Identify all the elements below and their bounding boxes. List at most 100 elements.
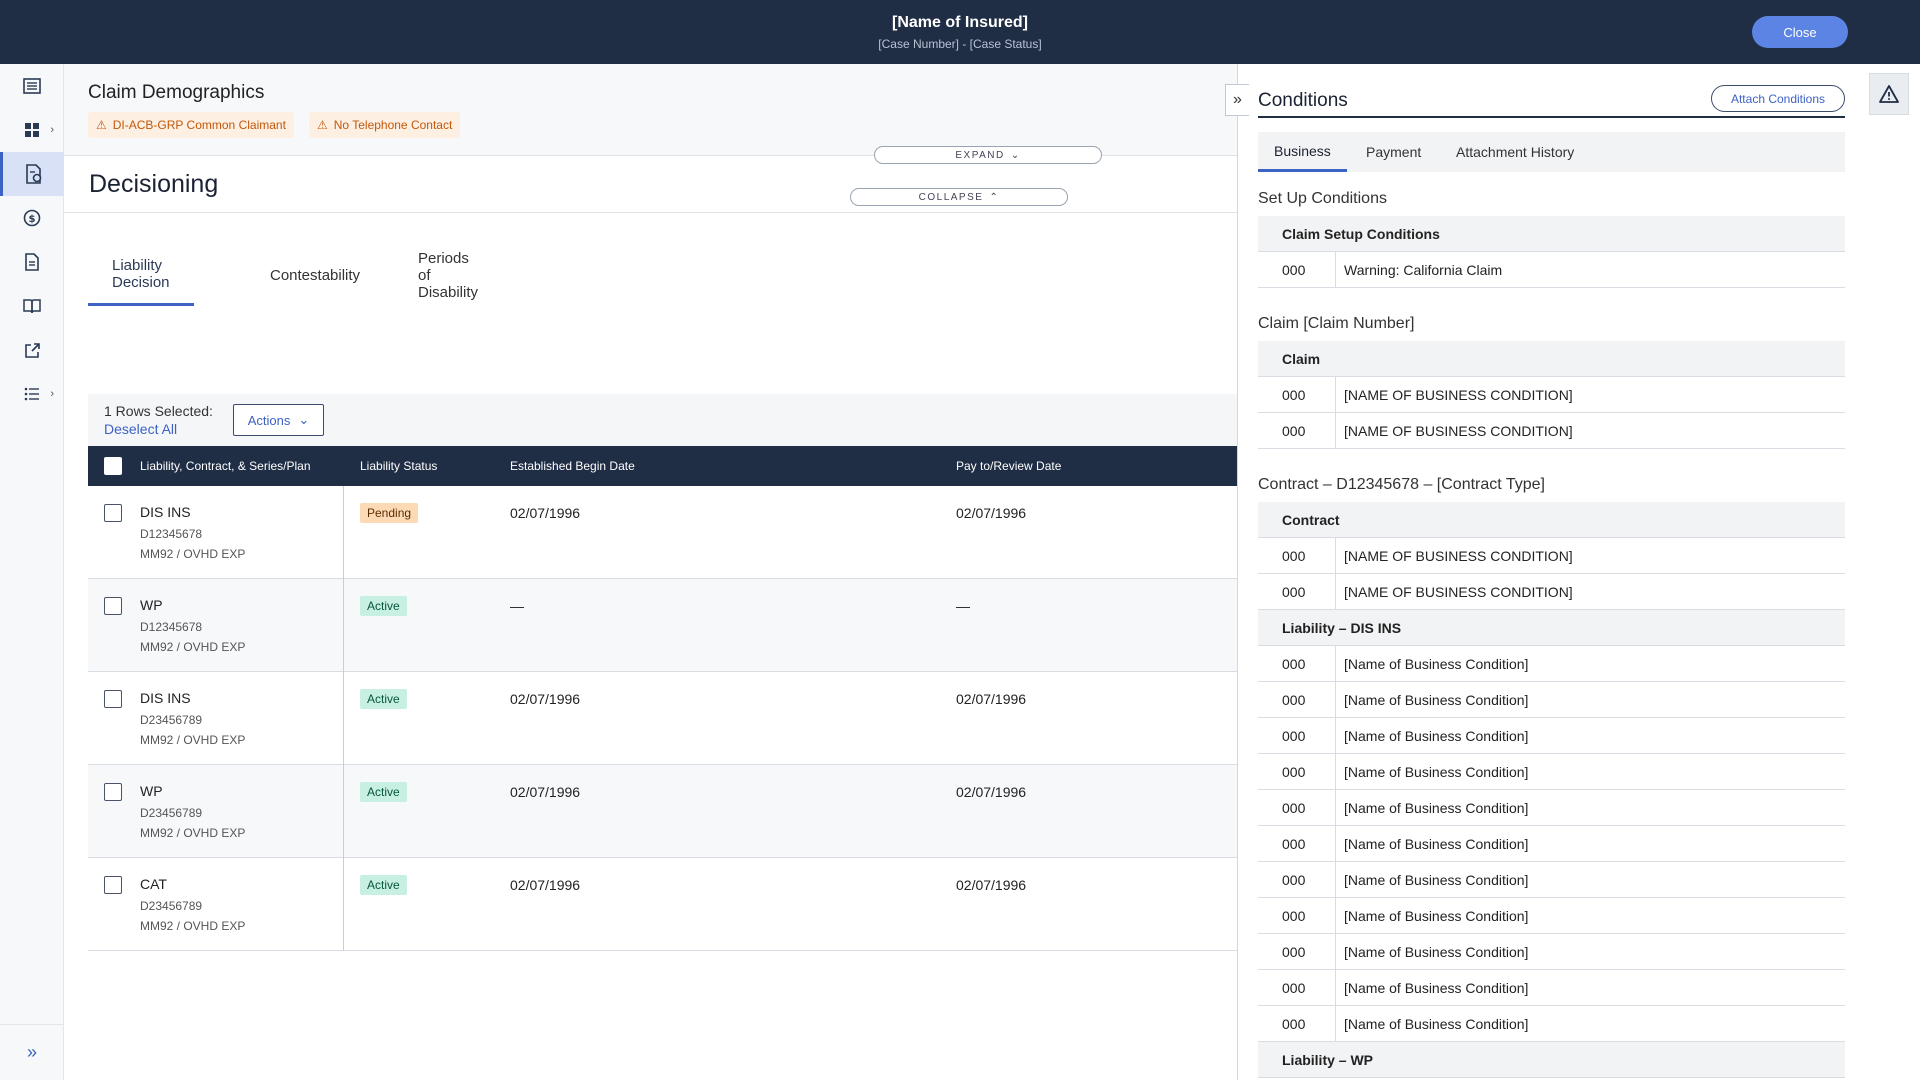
top-header: [Name of Insured] [Case Number] - [Case … (0, 0, 1920, 64)
tab-contestability[interactable]: Contestability (246, 244, 384, 306)
document-icon[interactable] (0, 240, 64, 284)
group-header: Liability – WP (1258, 1042, 1845, 1078)
demographics-title: Claim Demographics (88, 82, 265, 103)
condition-name: [NAME OF BUSINESS CONDITION] (1344, 548, 1573, 564)
condition-row[interactable]: 000 [NAME OF BUSINESS CONDITION] (1258, 413, 1845, 449)
condition-name: [NAME OF BUSINESS CONDITION] (1344, 387, 1573, 403)
condition-name: [Name of Business Condition] (1344, 764, 1529, 780)
condition-code: 000 (1282, 692, 1306, 708)
column-divider (343, 486, 344, 579)
condition-row[interactable]: 000 Warning: California Claim (1258, 252, 1845, 288)
row-checkbox[interactable] (104, 597, 122, 615)
column-header[interactable]: Liability Status (360, 459, 437, 473)
bullets-icon[interactable]: › (0, 372, 64, 416)
external-link-icon[interactable] (0, 328, 64, 372)
condition-name: [NAME OF BUSINESS CONDITION] (1344, 423, 1573, 439)
tab-attachment-history[interactable]: Attachment History (1440, 132, 1590, 172)
grid-icon[interactable]: › (0, 108, 64, 152)
series-plan: MM92 / OVHD EXP (140, 733, 246, 747)
condition-row[interactable]: 000 [Name of Business Condition] (1258, 646, 1845, 682)
table-row[interactable]: WP D12345678 MM92 / OVHD EXP Active — — (88, 579, 1238, 672)
row-checkbox[interactable] (104, 690, 122, 708)
condition-row[interactable]: 000 [Name of Business Condition] (1258, 898, 1845, 934)
close-button[interactable]: Close (1752, 16, 1848, 48)
section-heading: Set Up Conditions (1258, 190, 1387, 207)
left-nav: › $ › » (0, 64, 64, 1080)
column-divider (1335, 646, 1336, 682)
condition-code: 000 (1282, 872, 1306, 888)
rows-selected-label: 1 Rows Selected: (104, 403, 213, 419)
condition-row[interactable]: 000 [Name of Business Condition] (1258, 970, 1845, 1006)
column-divider (1335, 682, 1336, 718)
actions-dropdown[interactable]: Actions ⌄ (233, 404, 324, 436)
condition-row[interactable]: 000 [Name of Business Condition] (1258, 790, 1845, 826)
condition-row[interactable]: 000 [Name of Business Condition] (1258, 718, 1845, 754)
column-header[interactable]: Established Begin Date (510, 459, 635, 473)
condition-code: 000 (1282, 584, 1306, 600)
table-row[interactable]: DIS INS D23456789 MM92 / OVHD EXP Active… (88, 672, 1238, 765)
collapse-panel-icon[interactable]: » (1225, 84, 1249, 116)
expand-button[interactable]: EXPAND ⌄ (874, 146, 1102, 164)
condition-row[interactable]: 000 [NAME OF BUSINESS CONDITION] (1258, 377, 1845, 413)
liability-name: DIS INS (140, 504, 191, 520)
divider (1258, 116, 1845, 118)
review-date: 02/07/1996 (956, 877, 1027, 893)
dollar-icon[interactable]: $ (0, 196, 64, 240)
condition-row[interactable]: 000 [Name of Business Condition] (1258, 934, 1845, 970)
row-checkbox[interactable] (104, 783, 122, 801)
table-row[interactable]: DIS INS D12345678 MM92 / OVHD EXP Pendin… (88, 486, 1238, 579)
book-icon[interactable] (0, 284, 64, 328)
series-plan: MM92 / OVHD EXP (140, 919, 246, 933)
tab-periods-of-disability[interactable]: Periods of Disability (394, 244, 502, 306)
warning-icon: ⚠ (317, 118, 328, 132)
series-plan: MM92 / OVHD EXP (140, 547, 246, 561)
chevron-right-icon: › (50, 124, 54, 136)
table-row[interactable]: WP D23456789 MM92 / OVHD EXP Active 02/0… (88, 765, 1238, 858)
status-badge: Active (360, 689, 407, 709)
list-icon[interactable] (0, 64, 64, 108)
condition-name: [Name of Business Condition] (1344, 836, 1529, 852)
condition-row[interactable]: 000 [Name of Business Condition] (1258, 1006, 1845, 1042)
begin-date: — (510, 598, 524, 614)
contract-number: D12345678 (140, 620, 203, 634)
collapse-button[interactable]: COLLAPSE ⌃ (850, 188, 1068, 206)
select-all-checkbox[interactable] (104, 457, 122, 475)
column-header[interactable]: Liability, Contract, & Series/Plan (140, 459, 311, 473)
double-chevron-right-icon[interactable]: » (0, 1024, 64, 1080)
warning-icon[interactable] (1869, 73, 1909, 115)
decisioning-title: Decisioning (89, 170, 219, 198)
column-divider (343, 858, 344, 951)
attach-conditions-button[interactable]: Attach Conditions (1711, 85, 1845, 112)
condition-row[interactable]: 000 [Name of Business Condition] (1258, 826, 1845, 862)
condition-name: [Name of Business Condition] (1344, 1016, 1529, 1032)
condition-code: 000 (1282, 1016, 1306, 1032)
condition-code: 000 (1282, 548, 1306, 564)
condition-row[interactable]: 000 [NAME OF BUSINESS CONDITION] (1258, 574, 1845, 610)
begin-date: 02/07/1996 (510, 691, 581, 707)
table-row[interactable]: CAT D23456789 MM92 / OVHD EXP Active 02/… (88, 858, 1238, 951)
tab-liability-decision[interactable]: Liability Decision (88, 244, 194, 306)
chevron-down-icon: ⌄ (1010, 149, 1021, 161)
row-checkbox[interactable] (104, 504, 122, 522)
condition-row[interactable]: 000 [NAME OF BUSINESS CONDITION] (1258, 538, 1845, 574)
column-divider (1335, 934, 1336, 970)
column-divider (1335, 1006, 1336, 1042)
condition-row[interactable]: 000 [Name of Business Condition] (1258, 754, 1845, 790)
tab-business[interactable]: Business (1258, 132, 1347, 172)
claim-demographics: Claim Demographics ⚠ DI-ACB-GRP Common C… (64, 64, 1238, 156)
condition-name: [Name of Business Condition] (1344, 800, 1529, 816)
contract-number: D23456789 (140, 713, 203, 727)
deselect-all-link[interactable]: Deselect All (104, 421, 177, 437)
column-divider (1335, 862, 1336, 898)
row-checkbox[interactable] (104, 876, 122, 894)
warning-badge: ⚠ No Telephone Contact (309, 112, 461, 138)
column-header[interactable]: Pay to/Review Date (956, 459, 1061, 473)
group-header: Liability – DIS INS (1258, 610, 1845, 646)
tab-payment[interactable]: Payment (1350, 132, 1437, 172)
claim-doc-icon[interactable] (0, 152, 64, 196)
liability-name: WP (140, 597, 163, 613)
condition-name: [Name of Business Condition] (1344, 908, 1529, 924)
condition-row[interactable]: 000 [Name of Business Condition] (1258, 682, 1845, 718)
condition-row[interactable]: 000 [Name of Business Condition] (1258, 862, 1845, 898)
column-divider (1335, 574, 1336, 610)
